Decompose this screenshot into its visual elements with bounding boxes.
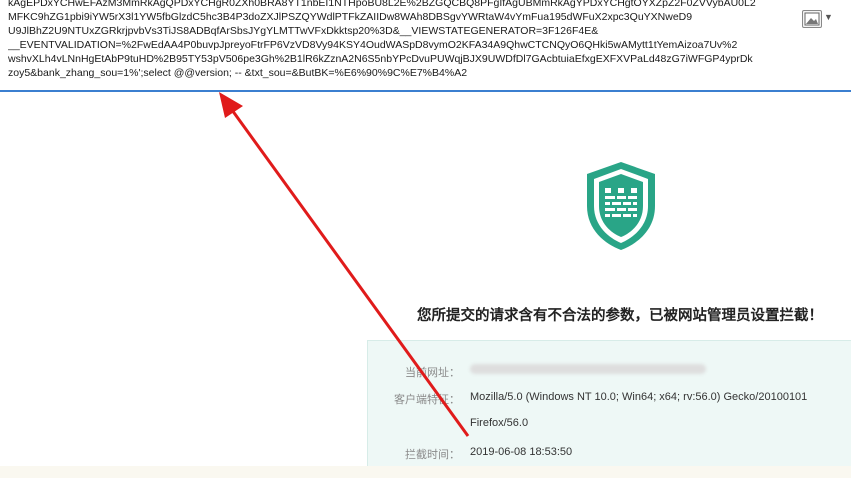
request-line-2: MFKC9hZG1pbi9iYW5rX3l1YW5fbGlzdC5hc3B4P3… xyxy=(8,11,693,23)
request-body-textarea[interactable]: kAgEPDxYCHwEFAzM3MmRkAgQPDxYCHgR0ZXh0BRA… xyxy=(0,0,851,92)
url-label: 当前网址： xyxy=(405,367,460,379)
request-line-1: kAgEPDxYCHwEFAzM3MmRkAgQPDxYCHgR0ZXh0BRA… xyxy=(8,0,756,9)
user-agent-value-line2: Firefox/56.0 xyxy=(470,417,529,429)
chevron-down-icon[interactable]: ▼ xyxy=(824,12,833,22)
block-time-label: 拦截时间： xyxy=(405,449,460,461)
block-time-value: 2019-06-08 18:53:50 xyxy=(470,446,573,458)
user-agent-value-line1: Mozilla/5.0 (Windows NT 10.0; Win64; x64… xyxy=(470,391,808,403)
request-line-6: zoy5&bank_zhang_sou=1%';select @@version… xyxy=(8,67,468,79)
request-line-3: U9JlBhZ2U9NTUxZGRkrjpvbVs3TiJS8ADBqfArSb… xyxy=(8,25,599,37)
fade-overlay xyxy=(791,0,851,60)
block-message-title: 您所提交的请求含有不合法的参数，已被网站管理员设置拦截！ xyxy=(417,308,823,324)
request-line-4: __EVENTVALIDATION=%2FwEdAA4P0buvpJpreyoF… xyxy=(8,39,738,51)
user-agent-label: 客户端特征： xyxy=(394,394,460,406)
page-footer-strip xyxy=(0,466,851,478)
image-icon[interactable] xyxy=(802,10,822,28)
request-line-5: wshvXLh4vLNnHgEtAbP9tuHD%2B95TY53pV506pe… xyxy=(8,53,753,65)
firewall-shield-icon xyxy=(587,162,655,250)
redacted-url-value xyxy=(470,364,706,374)
